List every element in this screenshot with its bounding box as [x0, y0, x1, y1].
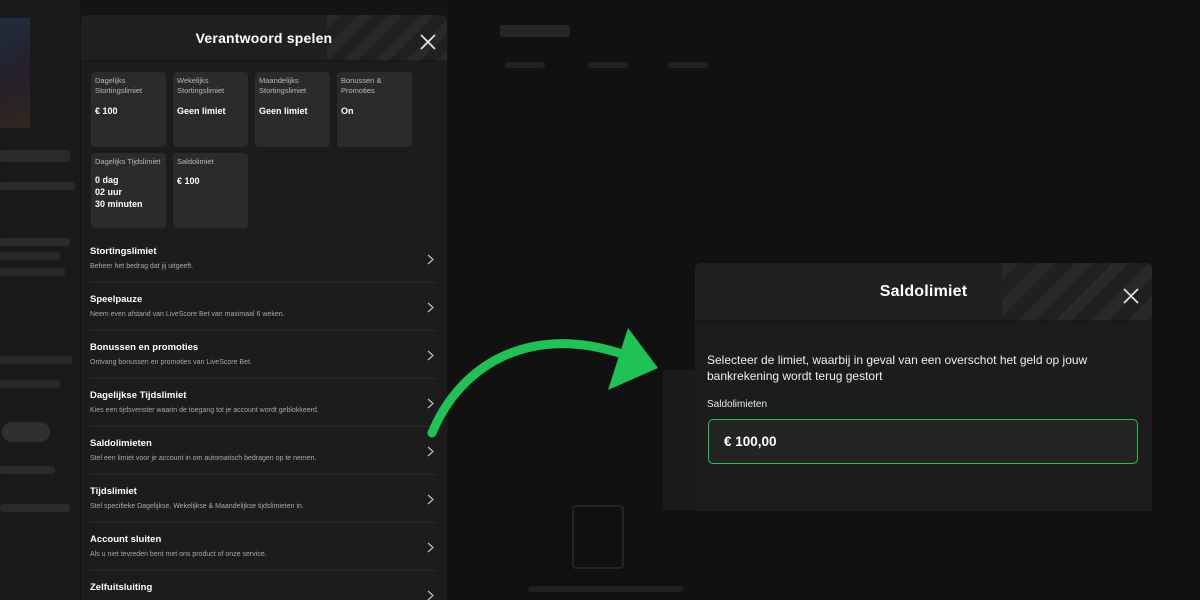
menu-item-title: Dagelijkse Tijdslimiet — [90, 390, 187, 401]
card-value: Geen limiet — [259, 106, 308, 116]
limit-summary-cards: Dagelijks Stortingslimiet € 100 Wekelijk… — [91, 72, 421, 230]
menu-item-description: Als u niet tevreden bent met ons product… — [90, 551, 267, 558]
background-text — [0, 380, 60, 388]
card-label: Bonussen & Promoties — [341, 76, 382, 95]
menu-item-game-break[interactable]: Speelpauze Neem even afstand van LiveSco… — [90, 283, 436, 331]
menu-item-title: Stortingslimiet — [90, 246, 157, 257]
chevron-right-icon — [427, 494, 434, 505]
background-caption — [528, 586, 683, 592]
background-text — [0, 504, 70, 512]
menu-item-close-account[interactable]: Account sluiten Als u niet tevreden bent… — [90, 523, 436, 571]
card-value: 0 dag 02 uur 30 minuten — [95, 175, 143, 209]
card-label: Wekelijks Stortingslimiet — [177, 76, 225, 95]
menu-item-title: Tijdslimiet — [90, 486, 137, 497]
card-value: € 100 — [95, 106, 118, 116]
close-icon[interactable] — [419, 33, 437, 51]
background-text — [0, 356, 72, 364]
menu-item-title: Account sluiten — [90, 534, 162, 545]
card-label: Dagelijks Tijdslimiet — [95, 157, 161, 166]
summary-card-daily-time: Dagelijks Tijdslimiet 0 dag 02 uur 30 mi… — [91, 153, 166, 228]
menu-item-description: Stel specifieke Dagelijkse, Wekelijkse &… — [90, 503, 304, 510]
chevron-right-icon — [427, 254, 434, 265]
panel-title: Verantwoord spelen — [195, 29, 333, 46]
background-text — [0, 268, 65, 276]
menu-item-title: Bonussen en promoties — [90, 342, 199, 353]
chevron-right-icon — [427, 446, 434, 457]
instruction-text: Selecteer de limiet, waarbij in geval va… — [707, 353, 1088, 383]
summary-card-monthly-deposit: Maandelijks Stortingslimiet Geen limiet — [255, 72, 330, 147]
background-text — [0, 252, 60, 260]
menu-item-title: Saldolimieten — [90, 438, 152, 449]
background-placeholder — [572, 505, 624, 569]
menu-item-bonuses[interactable]: Bonussen en promoties Ontvang bonussen e… — [90, 331, 436, 379]
menu-item-title: Zelfuitsluiting — [90, 582, 153, 593]
summary-card-weekly-deposit: Wekelijks Stortingslimiet Geen limiet — [173, 72, 248, 147]
card-label: Maandelijks Stortingslimiet — [259, 76, 307, 95]
card-label: Dagelijks Stortingslimiet — [95, 76, 143, 95]
menu-item-daily-time-limit[interactable]: Dagelijkse Tijdslimiet Kies een tijdsven… — [90, 379, 436, 427]
summary-card-daily-deposit: Dagelijks Stortingslimiet € 100 — [91, 72, 166, 147]
settings-menu: Stortingslimiet Beheer het bedrag dat ji… — [90, 235, 436, 600]
balance-limit-input[interactable]: € 100,00 — [708, 419, 1138, 464]
menu-item-description: Ontvang bonussen en promoties van LiveSc… — [90, 359, 252, 366]
background-tab — [505, 62, 545, 68]
background-pill — [2, 422, 50, 442]
responsible-gaming-panel: Verantwoord spelen Dagelijks Stortingsli… — [81, 15, 447, 600]
card-label: Saldolimiet — [177, 157, 214, 166]
panel-header: Saldolimiet — [695, 263, 1152, 321]
background-thumbnail — [0, 18, 30, 128]
background-tab — [668, 62, 708, 68]
menu-item-balance-limits[interactable]: Saldolimieten Stel een limiet voor je ac… — [90, 427, 436, 475]
card-value: € 100 — [177, 176, 200, 186]
background-text — [0, 182, 75, 190]
background-heading — [500, 25, 570, 37]
menu-item-title: Speelpauze — [90, 294, 143, 305]
menu-item-description: Stel een limiet voor je account in om au… — [90, 455, 317, 462]
menu-item-description: Beheer het bedrag dat jij uitgeeft. — [90, 263, 194, 270]
card-value: Geen limiet — [177, 106, 226, 116]
balance-limit-label: Saldolimieten — [707, 399, 768, 410]
menu-item-time-limit[interactable]: Tijdslimiet Stel specifieke Dagelijkse, … — [90, 475, 436, 523]
background-text — [0, 238, 70, 246]
background-text — [0, 466, 55, 474]
card-value: On — [341, 106, 354, 116]
close-icon[interactable] — [1122, 287, 1140, 305]
menu-item-deposit-limit[interactable]: Stortingslimiet Beheer het bedrag dat ji… — [90, 235, 436, 283]
summary-card-balance: Saldolimiet € 100 — [173, 153, 248, 228]
balance-limit-panel: Saldolimiet Selecteer de limiet, waarbij… — [695, 263, 1152, 511]
arrow-annotation-icon — [427, 328, 658, 438]
menu-item-description: Neem even afstand van LiveScore Bet van … — [90, 311, 285, 318]
chevron-right-icon — [427, 542, 434, 553]
menu-item-description: Kies een tijdsvenster waarin de toegang … — [90, 407, 319, 414]
menu-item-self-exclusion[interactable]: Zelfuitsluiting — [90, 571, 436, 600]
background-text — [0, 150, 70, 162]
panel-header: Verantwoord spelen — [81, 15, 447, 61]
summary-card-bonuses: Bonussen & Promoties On — [337, 72, 412, 147]
background-tab — [588, 62, 628, 68]
chevron-right-icon — [427, 590, 434, 600]
panel-title: Saldolimiet — [879, 282, 968, 300]
